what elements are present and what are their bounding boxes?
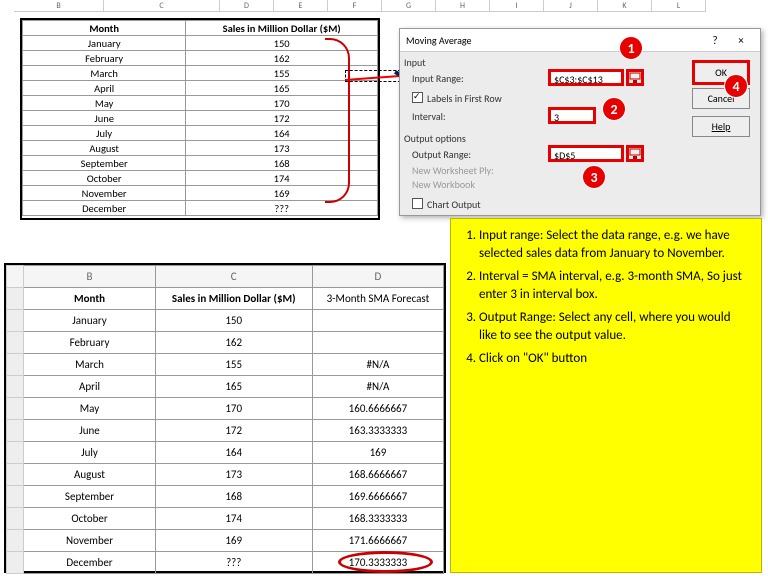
badge-2: 2 bbox=[602, 97, 626, 121]
dialog-titlebar: Moving Average ? × bbox=[400, 29, 760, 52]
close-icon[interactable]: × bbox=[728, 32, 754, 48]
col-month: Month bbox=[23, 21, 186, 36]
table-row: November169171.6666667 bbox=[7, 530, 444, 552]
column-headers-top: B C D E F G H I J K L bbox=[14, 0, 706, 12]
instructions-panel: Input range: Select the data range, e.g.… bbox=[450, 218, 762, 573]
chart-output-checkbox[interactable] bbox=[412, 198, 423, 209]
interval-field[interactable]: 3 bbox=[548, 107, 596, 124]
section-output: Output options bbox=[404, 132, 466, 145]
table-row: October174168.3333333 bbox=[7, 508, 444, 530]
table-row: April165#N/A bbox=[7, 376, 444, 398]
label-new-workbook: New Workbook bbox=[412, 178, 475, 191]
result-highlight-circle bbox=[338, 551, 433, 573]
table-row: August173168.6666667 bbox=[7, 464, 444, 486]
table-row: February162 bbox=[7, 332, 444, 354]
labels-checkbox[interactable] bbox=[412, 92, 423, 103]
instruction-item: Output Range: Select any cell, where you… bbox=[479, 309, 751, 344]
badge-1: 1 bbox=[619, 36, 643, 60]
table-row: January150 bbox=[7, 310, 444, 332]
moving-average-dialog[interactable]: Moving Average ? × Input Input Range: $C… bbox=[399, 28, 761, 216]
instruction-item: Input range: Select the data range, e.g.… bbox=[479, 227, 751, 262]
input-range-field[interactable]: $C$3:$C$13 bbox=[548, 69, 624, 86]
instruction-item: Click on "OK" button bbox=[479, 350, 751, 368]
badge-4: 4 bbox=[724, 74, 748, 98]
instruction-item: Interval = SMA interval, e.g. 3-month SM… bbox=[479, 268, 751, 303]
table-row: March155#N/A bbox=[7, 354, 444, 376]
dialog-title: Moving Average bbox=[406, 34, 471, 47]
result-table: BCD MonthSales in Million Dollar ($M)3-M… bbox=[6, 265, 444, 574]
output-range-picker-icon[interactable] bbox=[626, 145, 644, 162]
marching-ants bbox=[345, 70, 401, 82]
table-row: May170160.6666667 bbox=[7, 398, 444, 420]
table-row: July164169 bbox=[7, 442, 444, 464]
output-range-field[interactable]: $D$5 bbox=[548, 145, 624, 162]
help-button[interactable]: Help bbox=[692, 116, 750, 137]
section-input: Input bbox=[404, 56, 426, 69]
label-new-worksheet: New Worksheet Ply: bbox=[412, 164, 494, 177]
label-chart-output: Chart Output bbox=[427, 198, 481, 211]
help-icon[interactable]: ? bbox=[702, 32, 728, 48]
col2-forecast: 3-Month SMA Forecast bbox=[312, 288, 443, 310]
col-sales: Sales in Million Dollar ($M) bbox=[186, 21, 378, 36]
result-panel: BCD MonthSales in Million Dollar ($M)3-M… bbox=[4, 263, 446, 573]
table-row: June172163.3333333 bbox=[7, 420, 444, 442]
label-output-range: Output Range: bbox=[412, 148, 471, 161]
label-labels-first-row: Labels in First Row bbox=[427, 92, 502, 105]
table-row: September168169.6666667 bbox=[7, 486, 444, 508]
col2-sales: Sales in Million Dollar ($M) bbox=[155, 288, 312, 310]
range-picker-icon[interactable] bbox=[626, 69, 644, 86]
bracket-annotation bbox=[325, 38, 350, 203]
label-interval: Interval: bbox=[412, 110, 446, 123]
label-input-range: Input Range: bbox=[412, 72, 464, 85]
col2-month: Month bbox=[24, 288, 155, 310]
badge-3: 3 bbox=[582, 165, 606, 189]
